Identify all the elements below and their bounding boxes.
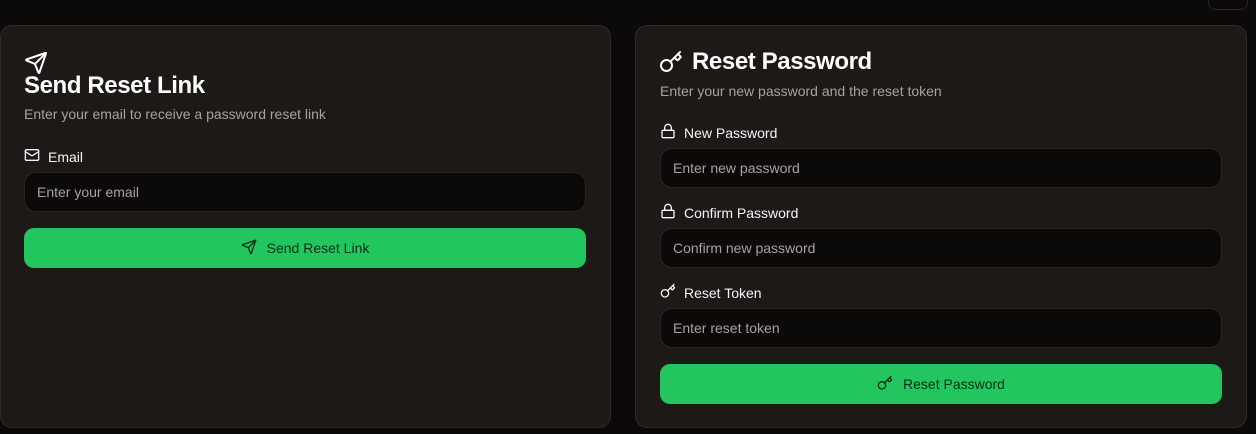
- email-label-text: Email: [48, 149, 84, 165]
- send-reset-link-button[interactable]: Send Reset Link: [24, 228, 586, 268]
- key-icon: [659, 50, 683, 79]
- reset-password-button[interactable]: Reset Password: [660, 364, 1222, 404]
- confirm-password-label: Confirm Password: [660, 203, 798, 223]
- confirm-password-input[interactable]: [660, 228, 1222, 268]
- send-icon: [241, 239, 257, 258]
- email-label: Email: [24, 147, 83, 167]
- reset-password-card: Reset Password Enter your new password a…: [635, 25, 1247, 428]
- reset-token-input[interactable]: [660, 308, 1222, 348]
- card-title: Send Reset Link: [24, 72, 205, 99]
- new-password-label: New Password: [660, 123, 777, 143]
- mail-icon: [24, 147, 40, 167]
- lock-icon: [660, 203, 676, 223]
- key-icon: [877, 375, 893, 394]
- lock-icon: [660, 123, 676, 143]
- button-label: Send Reset Link: [266, 240, 370, 256]
- card-description: Enter your new password and the reset to…: [660, 83, 942, 99]
- confirm-password-label-text: Confirm Password: [684, 205, 799, 221]
- new-password-input[interactable]: [660, 148, 1222, 188]
- button-label: Reset Password: [903, 376, 1005, 392]
- key-icon: [660, 283, 676, 303]
- reset-token-label-text: Reset Token: [684, 285, 762, 301]
- reset-token-label: Reset Token: [660, 283, 762, 303]
- new-password-label-text: New Password: [684, 125, 778, 141]
- top-corner-button[interactable]: [1208, 0, 1248, 10]
- email-input[interactable]: [24, 172, 586, 212]
- card-title: Reset Password: [692, 48, 872, 75]
- card-description: Enter your email to receive a password r…: [24, 106, 326, 122]
- send-reset-link-card: Send Reset Link Enter your email to rece…: [0, 25, 611, 428]
